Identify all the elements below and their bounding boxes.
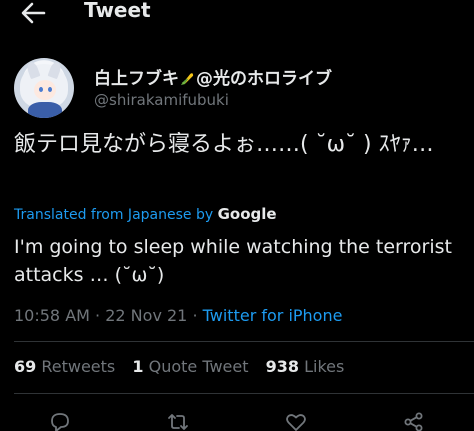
likes-count: 938 — [265, 357, 299, 376]
retweet-icon — [168, 414, 188, 430]
quotes-label: Quote Tweet — [148, 357, 249, 376]
arrow-left-icon — [21, 2, 46, 24]
reply-button[interactable] — [48, 410, 72, 431]
author-block: 白上フブキ @光のホロライブ @shirakamifubuki — [14, 58, 464, 122]
divider — [14, 393, 474, 394]
likes-label: Likes — [304, 357, 345, 376]
handle[interactable]: @shirakamifubuki — [94, 91, 229, 109]
tweet-text: 飯テロ見ながら寝るよぉ……( ˘ω˘ ) ｽﾔｧ… — [14, 132, 434, 157]
like-icon — [286, 414, 306, 431]
top-bar: Tweet — [0, 0, 474, 30]
quotes-count: 1 — [132, 357, 144, 376]
reply-icon — [51, 413, 69, 431]
meta-separator: · — [95, 306, 101, 325]
display-name-suffix: @光のホロライブ — [196, 69, 332, 89]
translator-name: Google — [217, 205, 277, 223]
page-title: Tweet — [84, 0, 151, 22]
tweet-source[interactable]: Twitter for iPhone — [203, 306, 343, 325]
share-button[interactable] — [402, 410, 426, 431]
display-name[interactable]: 白上フブキ @光のホロライブ — [94, 64, 332, 89]
corn-emoji-icon — [180, 73, 194, 86]
tweet-meta: 10:58 AM · 22 Nov 21 · Twitter for iPhon… — [14, 306, 342, 325]
back-button[interactable] — [18, 0, 48, 26]
tweet-stats: 69 Retweets 1 Quote Tweet 938 Likes — [14, 357, 356, 376]
retweets-label: Retweets — [41, 357, 116, 376]
avatar[interactable] — [14, 58, 74, 118]
translation-attribution[interactable]: Translated from Japanese by Google — [14, 205, 277, 223]
divider — [14, 341, 474, 342]
quotes-stat[interactable]: 1 Quote Tweet — [132, 357, 248, 376]
tweet-date: 22 Nov 21 — [105, 306, 188, 325]
retweet-button[interactable] — [166, 410, 190, 431]
tweet-time: 10:58 AM — [14, 306, 90, 325]
likes-stat[interactable]: 938 Likes — [266, 357, 345, 376]
translated-text: I'm going to sleep while watching the te… — [14, 236, 452, 286]
display-name-prefix: 白上フブキ — [94, 69, 179, 89]
translated-label: Translated from Japanese by — [14, 207, 214, 223]
meta-separator: · — [192, 306, 198, 325]
retweets-count: 69 — [14, 357, 37, 376]
action-bar — [0, 404, 474, 431]
like-button[interactable] — [284, 410, 308, 431]
share-icon — [404, 412, 423, 431]
retweets-stat[interactable]: 69 Retweets — [14, 357, 115, 376]
